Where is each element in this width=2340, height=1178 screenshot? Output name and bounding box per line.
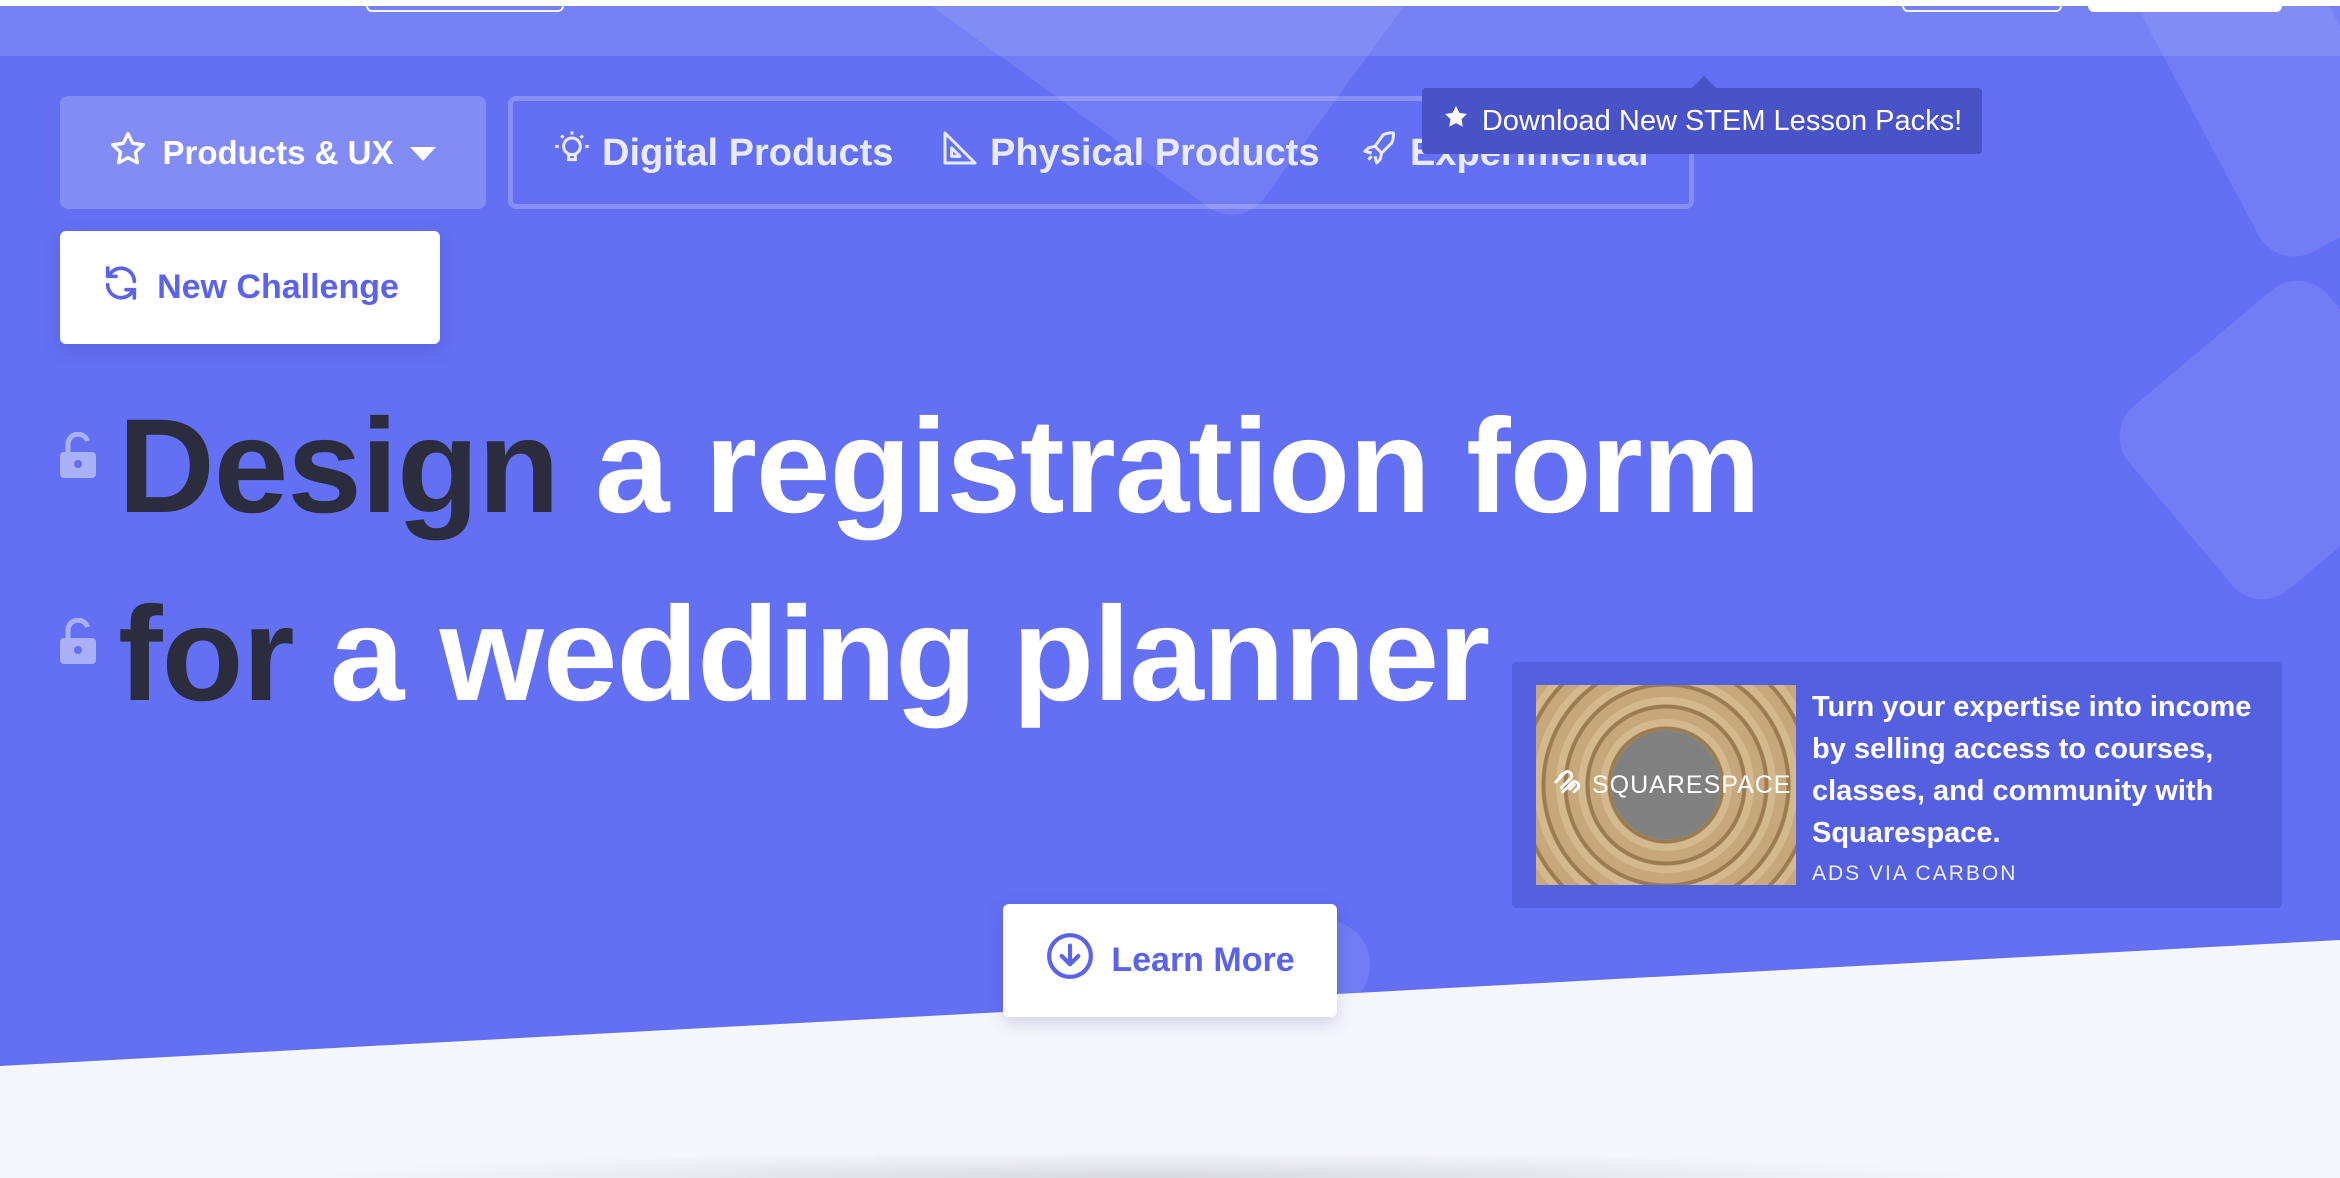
challenge-line-2: for a wedding planner [118, 588, 1490, 722]
category-physical-products[interactable]: Physical Products [940, 125, 1319, 181]
carbon-ad: SQUARESPACE Turn your expertise into inc… [1512, 662, 2282, 908]
challenge-verb[interactable]: Design [118, 392, 560, 541]
learn-more-label: Learn More [1111, 941, 1295, 979]
category-dropdown[interactable]: Products & UX [60, 96, 486, 209]
header-button-stub[interactable] [1902, 0, 2062, 12]
challenge-line-1: Design a registration form [118, 400, 1761, 534]
refresh-icon [101, 263, 141, 312]
ad-brand: SQUARESPACE [1550, 765, 1791, 806]
challenge-preposition[interactable]: for [118, 580, 295, 729]
stem-lesson-tooltip[interactable]: Download New STEM Lesson Packs! [1422, 76, 1982, 154]
squarespace-logo-icon [1550, 765, 1584, 806]
ad-via-link[interactable]: ADS VIA CARBON [1812, 862, 2017, 886]
category-label: Digital Products [602, 131, 894, 174]
challenge-subject: a registration form [595, 392, 1761, 541]
background-shape [2103, 264, 2340, 616]
challenge-audience: a wedding planner [329, 580, 1490, 729]
header-tab-stub[interactable] [366, 0, 564, 12]
category-dropdown-label: Products & UX [162, 133, 394, 171]
ad-image[interactable]: SQUARESPACE [1536, 685, 1796, 885]
unlocked-padlock-icon[interactable] [58, 431, 98, 480]
learn-more-button[interactable]: Learn More [1003, 904, 1337, 1017]
arrow-down-circle-icon [1045, 931, 1095, 990]
new-challenge-button[interactable]: New Challenge [60, 231, 440, 344]
ad-brand-text: SQUARESPACE [1592, 771, 1792, 799]
tooltip-arrow [1690, 76, 1718, 90]
rocket-icon [1360, 128, 1400, 178]
category-label: Physical Products [990, 131, 1320, 174]
background-shape [2122, 0, 2340, 271]
set-square-icon [940, 128, 980, 178]
star-solid-icon [1442, 103, 1470, 139]
ad-text[interactable]: Turn your expertise into income by selli… [1812, 686, 2252, 854]
star-outline-icon [108, 129, 148, 177]
unlocked-padlock-icon[interactable] [58, 617, 98, 666]
caret-down-icon [408, 134, 438, 172]
lightbulb-icon [552, 128, 592, 178]
tooltip-text: Download New STEM Lesson Packs! [1481, 104, 1963, 137]
content-shadow [300, 1150, 2000, 1178]
new-challenge-label: New Challenge [157, 268, 399, 306]
category-digital-products[interactable]: Digital Products [552, 125, 893, 181]
